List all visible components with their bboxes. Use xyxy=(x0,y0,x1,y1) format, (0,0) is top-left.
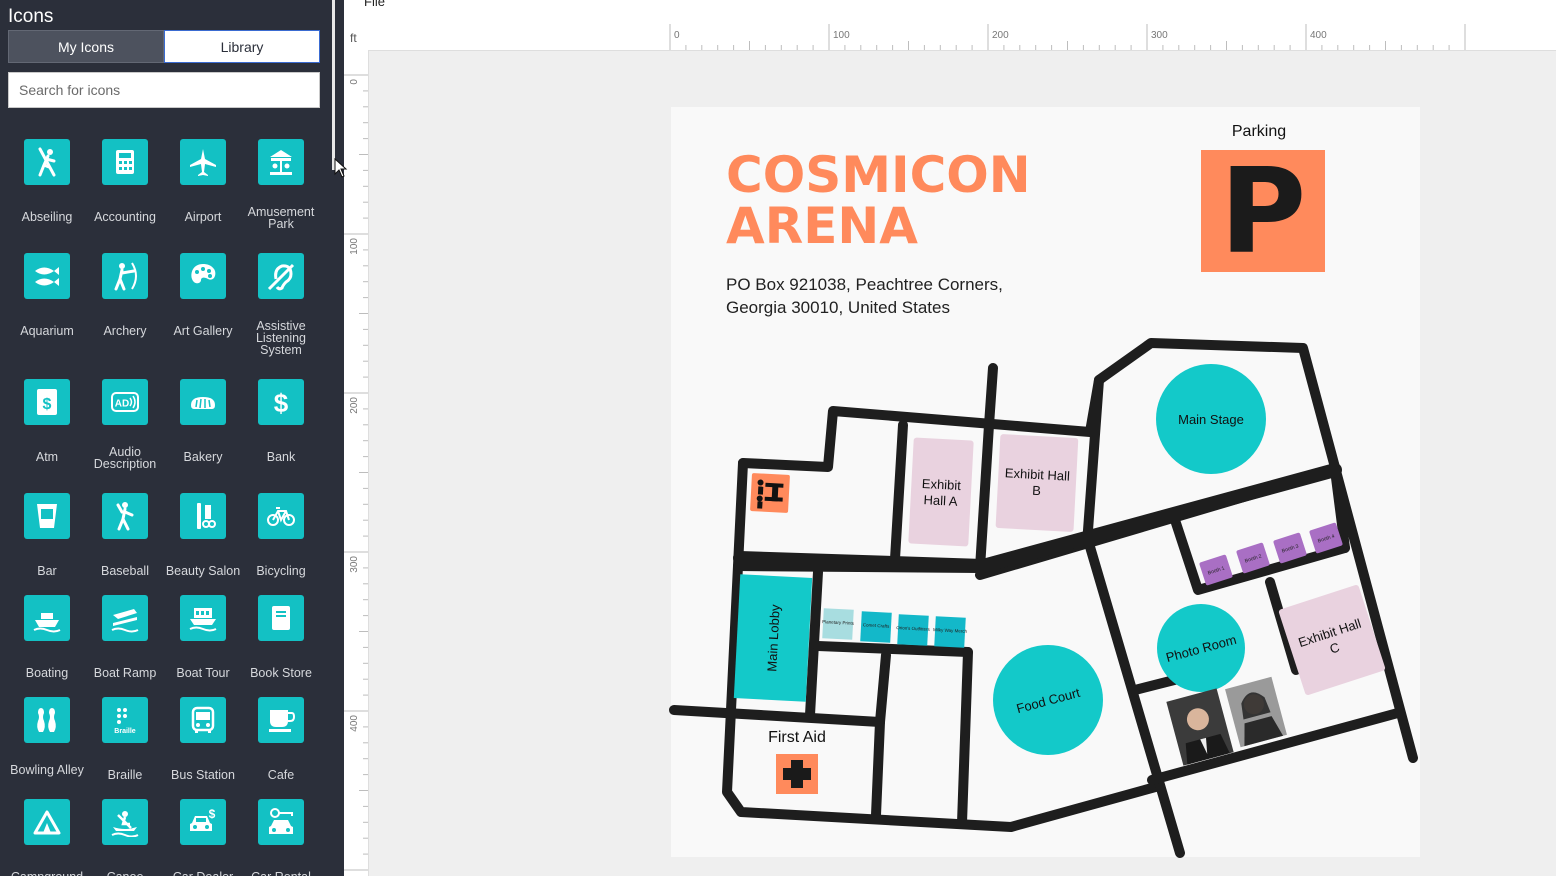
vendor-planetary-prints[interactable]: Planetary Prints xyxy=(821,608,855,640)
svg-text:Main Stage: Main Stage xyxy=(1178,412,1244,427)
parking-sign[interactable]: P xyxy=(1201,150,1325,272)
photo-room[interactable]: Photo Room xyxy=(1157,604,1245,692)
main-lobby[interactable]: Main Lobby xyxy=(733,574,813,702)
svg-text:ExhibitHall A: ExhibitHall A xyxy=(921,476,962,509)
vendor-milky-way-merch[interactable]: Milky Way Merch xyxy=(932,616,968,648)
vendor-comet-crafts[interactable]: Comet Crafts xyxy=(860,611,892,643)
map-title[interactable]: COSMICON ARENA xyxy=(726,150,1126,252)
mouse-cursor-icon xyxy=(334,158,348,178)
main-stage[interactable]: Main Stage xyxy=(1156,364,1266,474)
guest-photo-1[interactable] xyxy=(1166,688,1234,766)
parking-letter: P xyxy=(1219,142,1307,280)
guest-photo-2[interactable] xyxy=(1225,676,1287,748)
exhibit-hall-a[interactable]: ExhibitHall A xyxy=(908,437,974,547)
map-address[interactable]: PO Box 921038, Peachtree Corners, Georgi… xyxy=(726,273,1046,319)
vendor-row: Planetary Prints Comet Crafts Orion's Ou… xyxy=(821,608,968,648)
exhibit-hall-b[interactable]: Exhibit HallB xyxy=(995,434,1079,532)
parking-label[interactable]: Parking xyxy=(1200,123,1318,141)
vendor-orions-outfitters[interactable]: Orion's Outfitters xyxy=(895,614,931,646)
first-aid-label[interactable]: First Aid xyxy=(756,729,838,747)
first-aid-sign[interactable] xyxy=(776,754,818,794)
restroom-sign[interactable] xyxy=(750,473,790,513)
food-court[interactable]: Food Court xyxy=(993,645,1103,755)
